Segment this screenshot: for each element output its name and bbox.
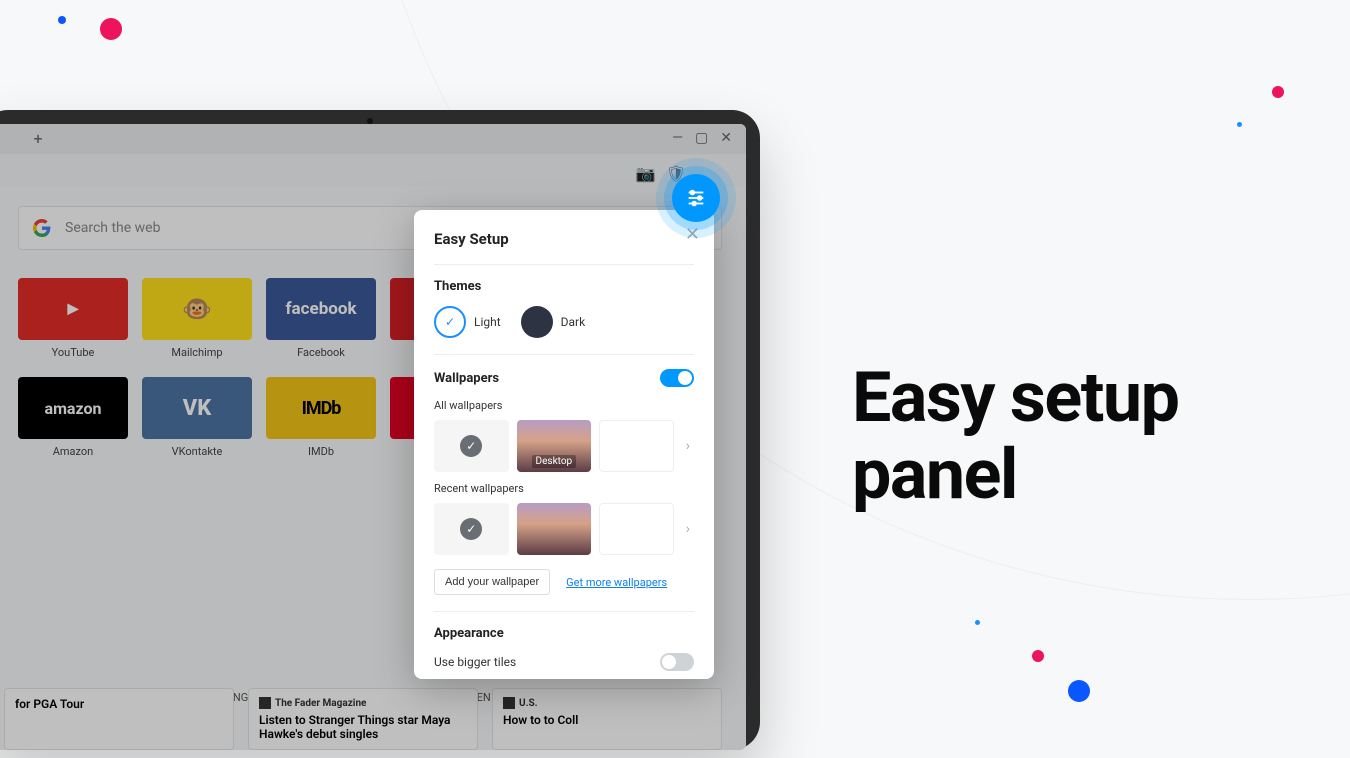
speed-dial-facebook[interactable]: facebookFacebook — [266, 278, 376, 359]
minimize-button[interactable]: — — [672, 130, 683, 146]
news-card[interactable]: U.S.How to to Coll — [492, 688, 722, 750]
check-icon: ✓ — [460, 518, 482, 540]
wallpapers-heading: Wallpapers — [434, 371, 499, 386]
news-card[interactable]: The Fader MagazineListen to Stranger Thi… — [248, 688, 478, 750]
all-wallpapers-label: All wallpapers — [434, 399, 694, 412]
wallpaper-light-recent[interactable] — [599, 503, 674, 555]
panel-title: Easy Setup — [434, 230, 694, 248]
wallpaper-light[interactable] — [599, 420, 674, 472]
bigger-tiles-toggle[interactable] — [660, 653, 694, 671]
speed-dial-vkontakte[interactable]: VKVKontakte — [142, 377, 252, 458]
recent-wallpapers-label: Recent wallpapers — [434, 482, 694, 495]
theme-light-option[interactable]: ✓ Light — [434, 306, 501, 338]
check-icon: ✓ — [460, 435, 482, 457]
tab-bar: + — ▢ ✕ — [0, 124, 746, 154]
get-more-wallpapers-link[interactable]: Get more wallpapers — [566, 576, 667, 589]
theme-dark-option[interactable]: Dark — [521, 306, 586, 338]
news-cards: for PGA TourThe Fader MagazineListen to … — [0, 688, 732, 750]
window-controls: — ▢ ✕ — [672, 130, 732, 146]
new-tab-button[interactable]: + — [30, 131, 46, 147]
speed-dial-youtube[interactable]: ▶YouTube — [18, 278, 128, 359]
address-bar: 📷 🛡 — [0, 154, 746, 186]
speed-dial-mailchimp[interactable]: 🐵Mailchimp — [142, 278, 252, 359]
speed-dial-amazon[interactable]: amazonAmazon — [18, 377, 128, 458]
check-icon: ✓ — [434, 306, 466, 338]
decor-dot — [1237, 122, 1242, 127]
themes-heading: Themes — [434, 279, 694, 294]
close-button[interactable]: ✕ — [720, 130, 732, 146]
add-wallpaper-button[interactable]: Add your wallpaper — [434, 569, 550, 595]
decor-dot — [975, 620, 980, 625]
decor-dot — [1032, 650, 1044, 662]
wallpapers-toggle[interactable] — [660, 369, 694, 387]
wallpaper-none[interactable]: ✓ — [434, 420, 509, 472]
chevron-right-icon[interactable]: › — [682, 521, 694, 537]
decor-dot — [100, 18, 122, 40]
chevron-right-icon[interactable]: › — [682, 438, 694, 454]
dark-swatch — [521, 306, 553, 338]
easy-setup-button[interactable] — [656, 158, 736, 238]
decor-dot — [58, 16, 66, 24]
bigger-tiles-label: Use bigger tiles — [434, 655, 516, 669]
decor-dot — [1272, 86, 1284, 98]
search-placeholder: Search the web — [65, 220, 160, 236]
decor-dot — [1068, 680, 1090, 702]
wallpaper-desktop-recent[interactable] — [517, 503, 592, 555]
appearance-heading: Appearance — [434, 626, 694, 641]
easy-setup-panel: Easy Setup ✕ Themes ✓ Light Dark Wallpap… — [414, 210, 714, 679]
page-title: Easy setup panel — [852, 360, 1178, 514]
maximize-button[interactable]: ▢ — [695, 130, 708, 146]
snapshot-icon[interactable]: 📷 — [636, 164, 656, 183]
google-icon — [33, 219, 51, 237]
wallpaper-desktop[interactable]: Desktop — [517, 420, 592, 472]
wallpaper-none-recent[interactable]: ✓ — [434, 503, 509, 555]
sliders-icon — [685, 187, 707, 209]
speed-dial-imdb[interactable]: IMDbIMDb — [266, 377, 376, 458]
news-card[interactable]: for PGA Tour — [4, 688, 234, 750]
